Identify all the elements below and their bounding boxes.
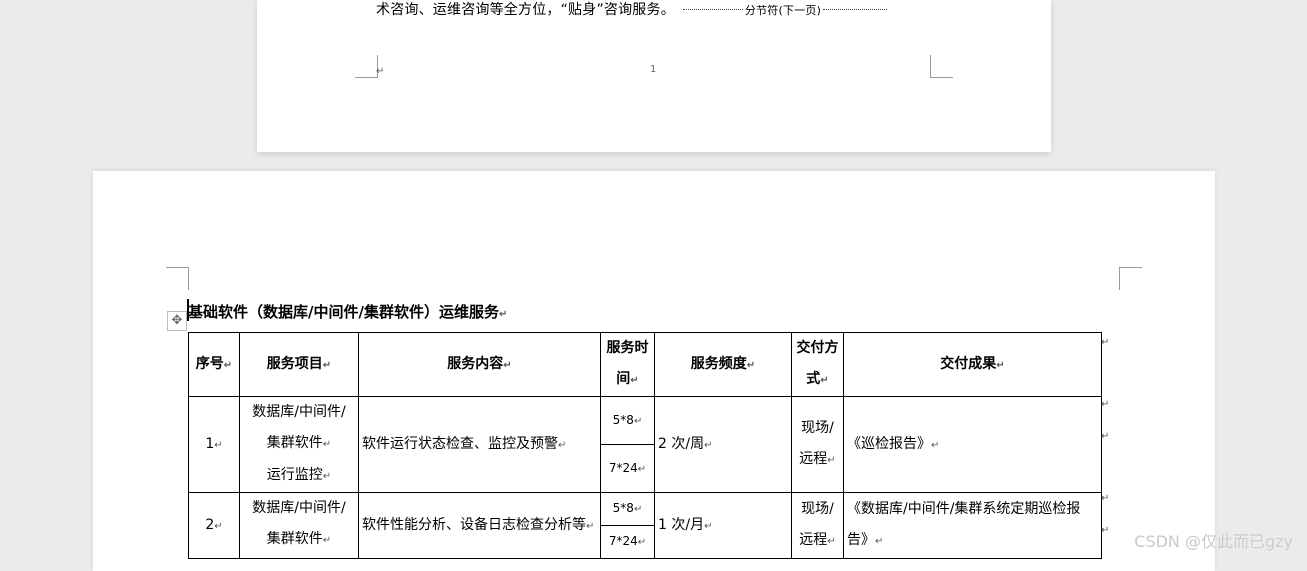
crop-mark-top-left xyxy=(166,267,189,290)
paragraph-mark: ↵ xyxy=(376,66,385,77)
move-icon: ✥ xyxy=(171,313,183,328)
cell-mode[interactable]: 现场/ 远程↵ xyxy=(791,492,844,559)
cell-item[interactable]: 数据库/中间件/ 集群软件↵ xyxy=(239,492,359,559)
cell-content[interactable]: 软件运行状态检查、监控及预警↵ xyxy=(358,396,601,493)
header-cell[interactable]: 序号↵ xyxy=(188,332,240,397)
header-cell[interactable]: 服务频度↵ xyxy=(654,332,792,397)
crop-mark-top-right xyxy=(1119,267,1142,290)
row-end-mark: ↵ xyxy=(1101,493,1110,504)
header-cell[interactable]: 服务时间↵ xyxy=(600,332,655,397)
cell-content[interactable]: 软件性能分析、设备日志检查分析等↵ xyxy=(358,492,601,559)
table-move-handle[interactable]: ✥ xyxy=(167,311,187,331)
cell-freq[interactable]: 2 次/周↵ xyxy=(654,396,792,493)
crop-mark-bottom-left xyxy=(355,55,378,78)
cell-no[interactable]: 2↵ xyxy=(188,492,240,559)
section-break-label: 分节符(下一页) xyxy=(744,4,822,17)
cell-freq[interactable]: 1 次/月↵ xyxy=(654,492,792,559)
cell-time[interactable]: 7*24↵ xyxy=(600,444,655,493)
cell-no[interactable]: 1↵ xyxy=(188,396,240,493)
paragraph-text: 术咨询、运维咨询等全方位，“贴身”咨询服务。 xyxy=(376,2,675,18)
cell-time[interactable]: 5*8↵ xyxy=(600,492,655,526)
row-end-mark: ↵ xyxy=(1101,337,1110,348)
crop-mark-bottom-right xyxy=(930,55,953,78)
section-heading[interactable]: 基础软件（数据库/中间件/集群软件）运维服务↵ xyxy=(188,301,507,322)
service-table[interactable]: 序号↵ 服务项目↵ 服务内容↵ 服务时间↵ 服务频度↵ 交付方式↵ 交付成果↵ … xyxy=(188,332,1102,559)
header-cell[interactable]: 交付成果↵ xyxy=(843,332,1102,397)
dotted-leader xyxy=(823,9,888,10)
cell-time[interactable]: 7*24↵ xyxy=(600,525,655,559)
row-end-mark: ↵ xyxy=(1101,525,1110,536)
cell-time[interactable]: 5*8↵ xyxy=(600,396,655,445)
header-cell[interactable]: 服务内容↵ xyxy=(358,332,601,397)
header-cell[interactable]: 服务项目↵ xyxy=(239,332,359,397)
paragraph-mark: ↵ xyxy=(498,309,508,320)
table-header-row: 序号↵ 服务项目↵ 服务内容↵ 服务时间↵ 服务频度↵ 交付方式↵ 交付成果↵ xyxy=(188,332,1102,397)
cell-mode[interactable]: 现场/ 远程↵ xyxy=(791,396,844,493)
cell-item[interactable]: 数据库/中间件/ 集群软件↵ 运行监控↵ xyxy=(239,396,359,493)
document-page-2[interactable]: 基础软件（数据库/中间件/集群软件）运维服务↵ ✥ 序号↵ 服务项目↵ 服务内容… xyxy=(93,171,1215,571)
row-end-mark: ↵ xyxy=(1101,431,1110,442)
table-row: 1↵ 数据库/中间件/ 集群软件↵ 运行监控↵ 软件运行状态检查、监控及预警↵ … xyxy=(188,396,1102,493)
watermark: CSDN @仅此而已gzy xyxy=(1134,532,1293,551)
dotted-leader xyxy=(682,9,743,10)
cell-result[interactable]: 《巡检报告》↵ xyxy=(843,396,1102,493)
cell-result[interactable]: 《数据库/中间件/集群系统定期巡检报告》↵ xyxy=(843,492,1102,559)
header-cell[interactable]: 交付方式↵ xyxy=(791,332,844,397)
section-heading-text: 基础软件（数据库/中间件/集群软件）运维服务 xyxy=(188,303,499,321)
body-text-line: 术咨询、运维咨询等全方位，“贴身”咨询服务。 分节符(下一页) xyxy=(376,0,888,19)
row-end-mark: ↵ xyxy=(1101,399,1110,410)
document-page-1[interactable]: 术咨询、运维咨询等全方位，“贴身”咨询服务。 分节符(下一页) ↵ 1 xyxy=(257,0,1051,152)
table-row: 2↵ 数据库/中间件/ 集群软件↵ 软件性能分析、设备日志检查分析等↵ 5*8↵… xyxy=(188,492,1102,559)
page-number: 1 xyxy=(650,64,657,75)
